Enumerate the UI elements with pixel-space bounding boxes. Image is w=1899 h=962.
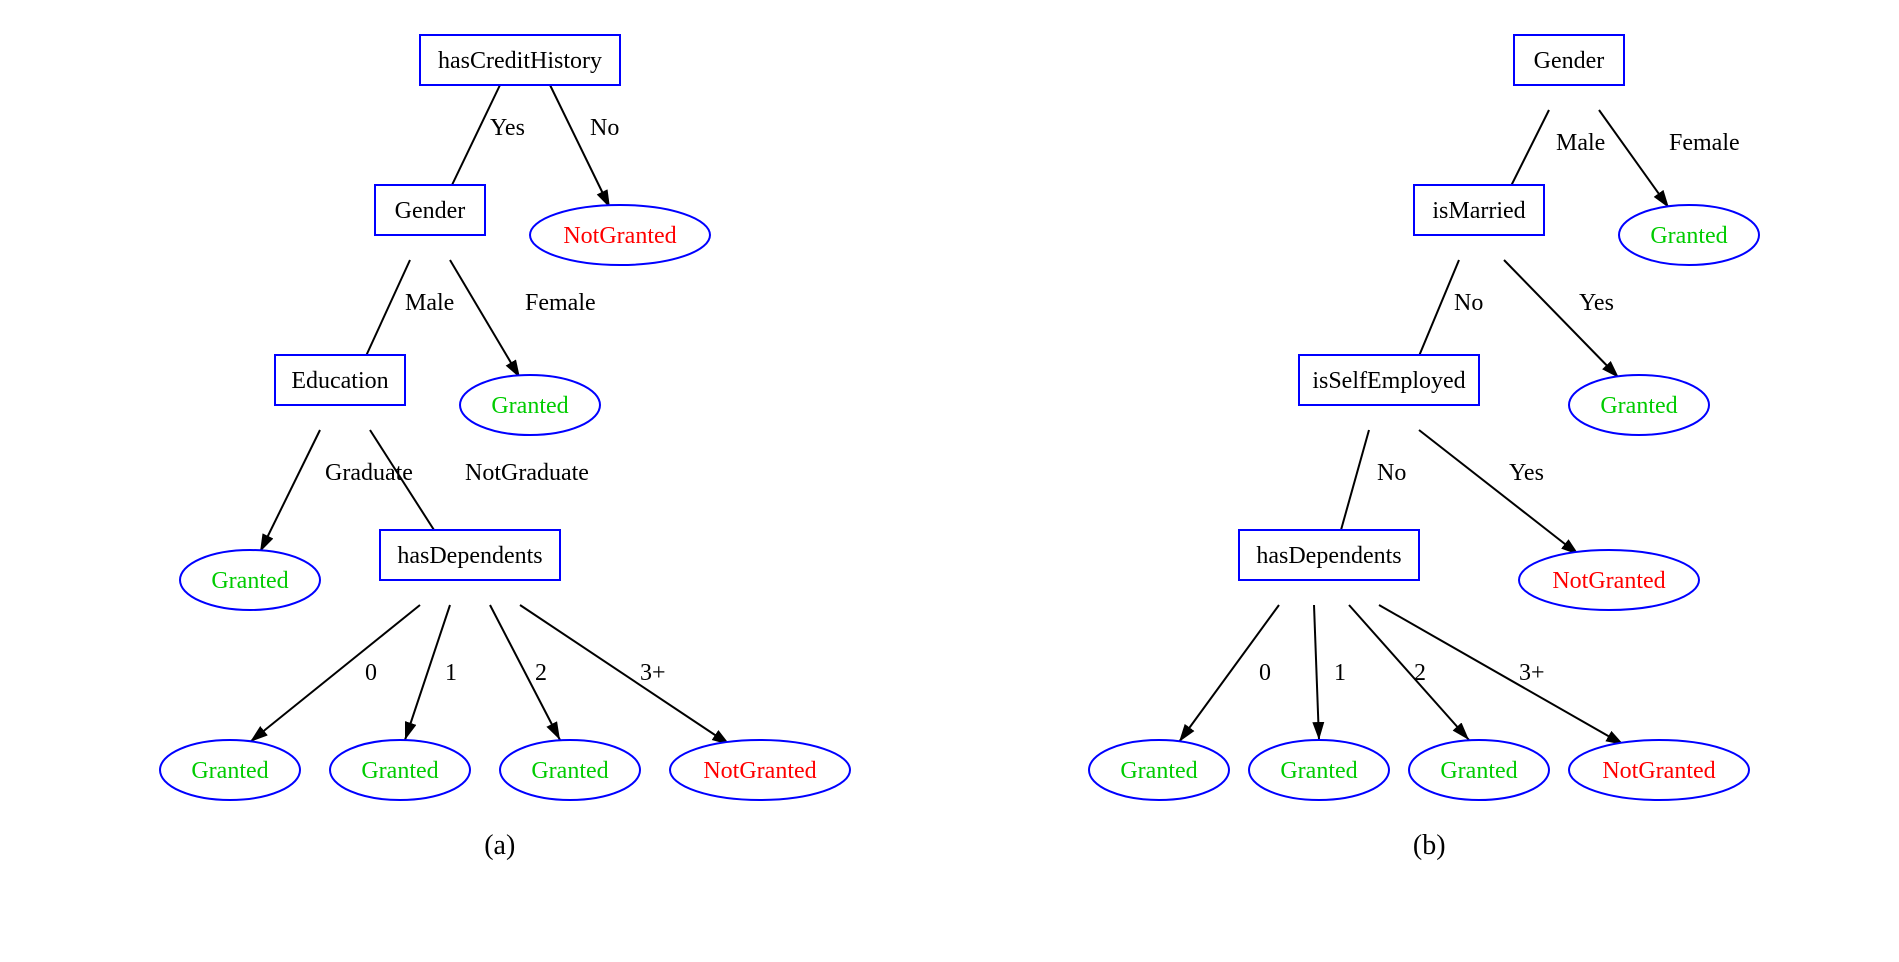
caption-b: (b): [1413, 830, 1446, 862]
edge-label: 3+: [1519, 660, 1545, 686]
edge-label: 1: [445, 660, 457, 686]
edge: [1599, 110, 1669, 208]
node-label: hasDependents: [397, 543, 542, 569]
leaf-label: Granted: [491, 393, 568, 419]
edge-label: Male: [405, 290, 454, 316]
edge-label: Yes: [1579, 290, 1614, 316]
leaf-label: NotGranted: [703, 758, 816, 784]
edge-label: Graduate: [325, 460, 413, 486]
leaf-label: NotGranted: [1553, 568, 1666, 594]
node-label: Gender: [1534, 48, 1605, 74]
node-label: isSelfEmployed: [1313, 368, 1466, 394]
edge: [1314, 605, 1319, 740]
edge-label: NotGraduate: [465, 460, 589, 486]
edge: [250, 605, 420, 742]
node-label: hasCreditHistory: [438, 48, 602, 74]
edge-label: No: [1454, 290, 1483, 316]
leaf-label: Granted: [191, 758, 268, 784]
node-label: Gender: [394, 198, 465, 224]
node-label: hasDependents: [1257, 543, 1402, 569]
caption-a: (a): [484, 830, 515, 862]
edge-label: Female: [525, 290, 596, 316]
decision-tree-a: Yes No Male Female Graduate NotGraduate 0 1 2 3+ h…: [120, 20, 880, 820]
leaf-label: NotGranted: [1603, 758, 1716, 784]
leaf-label: Granted: [1441, 758, 1518, 784]
edge-label: 0: [365, 660, 377, 686]
leaf-label: Granted: [361, 758, 438, 784]
edge-label: Female: [1669, 130, 1740, 156]
edge: [550, 85, 610, 208]
node-label: Education: [291, 368, 388, 394]
edge: [450, 260, 520, 378]
edge-label: 2: [535, 660, 547, 686]
edge: [405, 605, 450, 740]
diagram-container: Yes No Male Female Graduate NotGraduate 0 1 2 3+ h…: [20, 20, 1879, 862]
leaf-label: Granted: [1281, 758, 1358, 784]
leaf-label: Granted: [1651, 223, 1728, 249]
edge-label: No: [590, 115, 619, 141]
edge: [1504, 260, 1619, 378]
edge-label: Male: [1556, 130, 1605, 156]
edge-label: Yes: [490, 115, 525, 141]
edge-label: 2: [1414, 660, 1426, 686]
edge: [260, 430, 320, 552]
edge-label: 3+: [640, 660, 666, 686]
node-label: isMarried: [1433, 198, 1526, 224]
edge-label: Yes: [1509, 460, 1544, 486]
edge: [1349, 605, 1469, 740]
decision-tree-b: Male Female No Yes No Yes 0 1 2 3+ Gender isMarried…: [1079, 20, 1779, 820]
edge-label: No: [1377, 460, 1406, 486]
leaf-label: Granted: [1601, 393, 1678, 419]
tree-a-wrapper: Yes No Male Female Graduate NotGraduate 0 1 2 3+ h…: [120, 20, 880, 862]
leaf-label: Granted: [1121, 758, 1198, 784]
leaf-label: Granted: [531, 758, 608, 784]
edge-label: 0: [1259, 660, 1271, 686]
tree-b-wrapper: Male Female No Yes No Yes 0 1 2 3+ Gender isMarried…: [1079, 20, 1779, 862]
leaf-label: Granted: [211, 568, 288, 594]
edge: [1419, 430, 1579, 555]
edge-label: 1: [1334, 660, 1346, 686]
leaf-label: NotGranted: [563, 223, 676, 249]
